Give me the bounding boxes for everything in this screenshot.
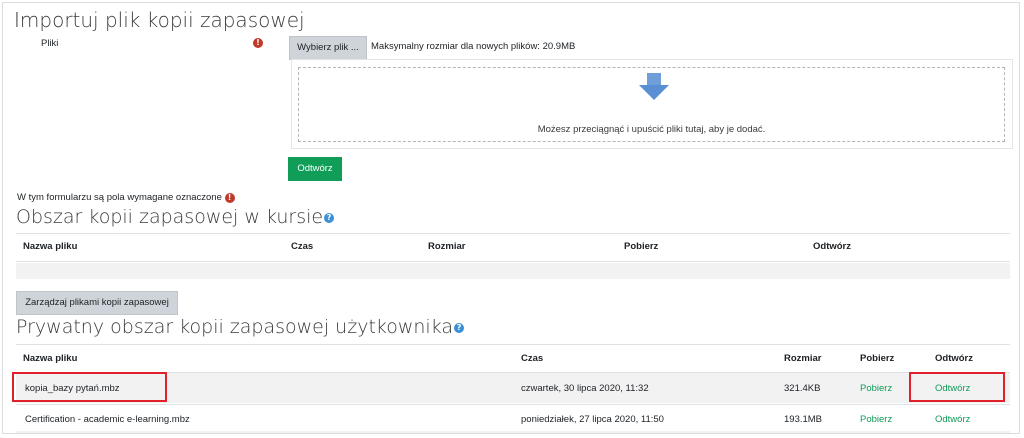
drop-hint: Możesz przeciągnąć i upuścić pliki tutaj… (537, 124, 766, 135)
backup-size: 321.4KB (784, 383, 821, 394)
choose-file-button[interactable]: Wybierz plik ... (289, 36, 367, 60)
restore-link[interactable]: Odtwórz (935, 414, 970, 425)
required-icon: ! (224, 193, 235, 203)
table-row (16, 431, 1010, 433)
required-icon: ! (253, 38, 263, 48)
highlight-box-restore (909, 372, 1005, 402)
required-note-text: W tym formularzu są pola wymagane oznacz… (17, 192, 222, 203)
drop-zone[interactable]: Możesz przeciągnąć i upuścić pliki tutaj… (298, 67, 1005, 142)
manage-backups-button[interactable]: Zarządzaj plikami kopii zapasowej (16, 291, 178, 315)
download-arrow-icon (639, 73, 669, 100)
divider (16, 404, 1010, 405)
max-size-note: Maksymalny rozmiar dla nowych plików: 20… (371, 41, 576, 52)
col-restore: Odtwórz (935, 353, 973, 364)
backup-time: czwartek, 30 lipca 2020, 11:32 (521, 383, 649, 394)
backup-filename: Certification - academic e-learning.mbz (25, 414, 190, 425)
col-size: Rozmiar (784, 353, 822, 364)
backup-page: Importuj plik kopii zapasowej Pliki ! Wy… (2, 2, 1020, 434)
divider (16, 261, 1010, 262)
backup-time: poniedziałek, 27 lipca 2020, 11:50 (521, 414, 664, 425)
required-note: W tym formularzu są pola wymagane oznacz… (17, 192, 235, 203)
help-icon[interactable]: ? (324, 212, 335, 223)
divider (16, 233, 1010, 234)
restore-upload-button[interactable]: Odtwórz (288, 157, 342, 181)
import-heading: Importuj plik kopii zapasowej (14, 8, 305, 32)
col-restore: Odtwórz (813, 241, 851, 252)
user-backup-title: Prywatny obszar kopii zapasowej użytkown… (16, 316, 454, 338)
files-label: Pliki (41, 38, 59, 49)
course-backup-title: Obszar kopii zapasowej w kursie (16, 206, 324, 228)
backup-size: 193.1MB (784, 414, 823, 425)
col-download: Pobierz (624, 241, 659, 252)
course-backup-heading: Obszar kopii zapasowej w kursie? (16, 206, 335, 228)
divider (16, 344, 1010, 345)
col-filename: Nazwa pliku (23, 241, 78, 252)
user-backup-heading: Prywatny obszar kopii zapasowej użytkown… (16, 316, 465, 338)
help-icon[interactable]: ? (454, 322, 465, 333)
col-time: Czas (291, 241, 314, 252)
col-filename: Nazwa pliku (23, 353, 78, 364)
download-link[interactable]: Pobierz (860, 383, 892, 394)
col-download: Pobierz (860, 353, 895, 364)
empty-table-row (16, 263, 1010, 279)
col-size: Rozmiar (428, 241, 466, 252)
highlight-box-filename (12, 372, 167, 402)
download-link[interactable]: Pobierz (860, 414, 892, 425)
col-time: Czas (521, 353, 544, 364)
